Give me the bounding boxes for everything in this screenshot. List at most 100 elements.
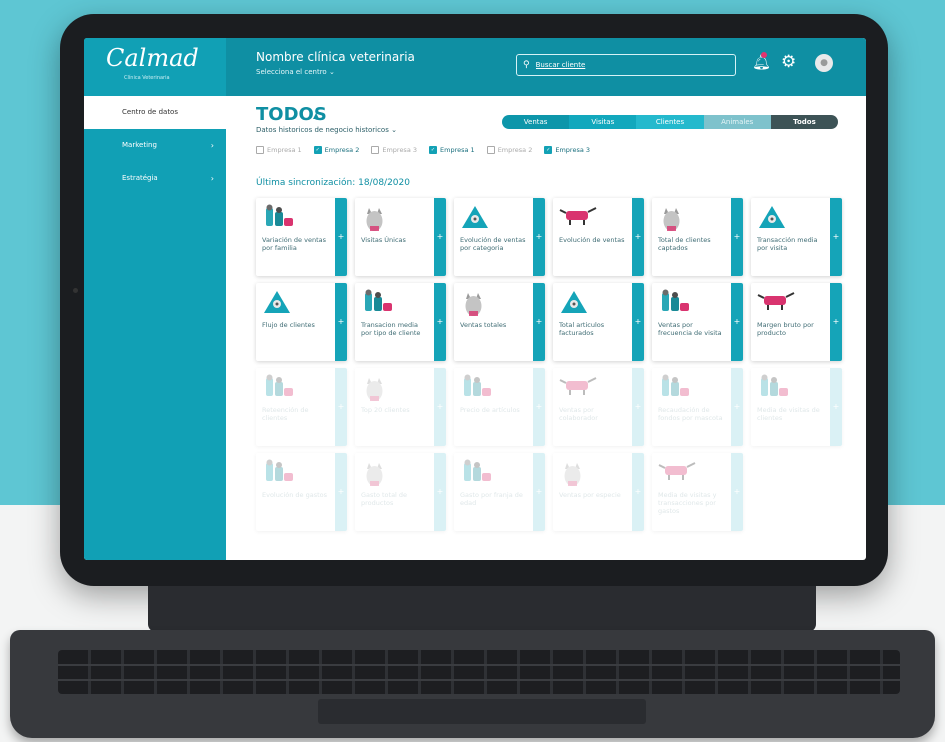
search-input[interactable] <box>533 60 718 70</box>
card-label: Recaudación de fondos por mascota <box>658 406 723 422</box>
dashboard-card[interactable]: Ventas por frecuencia de visita + <box>652 283 743 361</box>
dashboard-card[interactable]: Precio de artículos + <box>454 368 545 446</box>
card-label: Precio de artículos <box>460 406 520 414</box>
dashboard-card[interactable]: Gasto por franja de edad + <box>454 453 545 531</box>
company-label: Empresa 2 <box>497 146 533 154</box>
plus-icon[interactable]: + <box>830 198 842 276</box>
plus-icon[interactable]: + <box>335 453 347 531</box>
dashboard-card[interactable]: Reteención de clientes + <box>256 368 347 446</box>
dashboard-card[interactable]: Top 20 clientes + <box>355 368 446 446</box>
triangle-pet-icon <box>559 289 589 321</box>
category-tabs: Ventas Visitas Clientes Animales Todos <box>502 115 838 129</box>
plus-icon[interactable]: + <box>533 453 545 531</box>
dashboard-card[interactable]: Flujo de clientes + <box>256 283 347 361</box>
company-label: Empresa 1 <box>267 146 302 154</box>
dashboard-card[interactable]: Recaudación de fondos por mascota + <box>652 368 743 446</box>
plus-icon[interactable]: + <box>731 368 743 446</box>
plus-icon[interactable]: + <box>335 283 347 361</box>
avatar[interactable]: ● <box>815 54 833 72</box>
dashboard-card[interactable]: Gasto total de productos + <box>355 453 446 531</box>
plus-icon[interactable]: + <box>632 368 644 446</box>
checkbox-icon <box>371 146 380 154</box>
dashboard-card[interactable]: Total de clientes captados + <box>652 198 743 276</box>
plus-icon[interactable]: + <box>632 453 644 531</box>
dashboard-card[interactable]: Ventas por colaborador + <box>553 368 644 446</box>
company-checkbox[interactable]: Empresa 3 <box>371 146 417 154</box>
dashboard-card[interactable]: Transacion media por tipo de cliente + <box>355 283 446 361</box>
sidebar-item-marketing[interactable]: Marketing › <box>84 129 226 162</box>
app-logo[interactable]: Calmad <box>106 44 199 72</box>
plus-icon[interactable]: + <box>830 368 842 446</box>
card-label: Gasto total de productos <box>361 491 408 507</box>
people-pet-icon <box>460 374 494 406</box>
tab-visitas[interactable]: Visitas <box>569 115 637 129</box>
notification-badge <box>761 52 767 58</box>
plus-icon[interactable]: + <box>533 368 545 446</box>
tab-clientes[interactable]: Clientes <box>636 115 704 129</box>
search-box[interactable]: ⚲ <box>516 54 736 76</box>
center-select[interactable]: Selecciona el centro ⌄ <box>256 68 335 76</box>
dashboard-card[interactable]: Evolución de ventas + <box>553 198 644 276</box>
tab-ventas[interactable]: Ventas <box>502 115 570 129</box>
plus-icon[interactable]: + <box>731 453 743 531</box>
card-label: Top 20 clientes <box>361 406 410 414</box>
company-checkbox[interactable]: ✓ Empresa 3 <box>544 146 590 154</box>
plus-icon[interactable]: + <box>434 198 446 276</box>
dashboard-card[interactable]: Transacción media por visita + <box>751 198 842 276</box>
search-icon: ⚲ <box>523 60 530 70</box>
dashboard-card[interactable]: Margen bruto por producto + <box>751 283 842 361</box>
plus-icon[interactable]: + <box>434 453 446 531</box>
plus-icon[interactable]: + <box>830 283 842 361</box>
dog-icon <box>757 289 797 317</box>
company-label: Empresa 2 <box>324 146 360 154</box>
history-select[interactable]: Datos historicos de negocio historicos ⌄ <box>256 126 397 134</box>
plus-icon[interactable]: + <box>533 198 545 276</box>
last-sync-text: Última sincronización: 18/08/2020 <box>256 178 410 188</box>
dashboard-card[interactable]: Evolución de ventas por categoria + <box>454 198 545 276</box>
company-checkbox[interactable]: ✓ Empresa 2 <box>313 146 360 154</box>
plus-icon[interactable]: + <box>335 198 347 276</box>
dashboard-card[interactable]: Total articulos facturados + <box>553 283 644 361</box>
plus-icon[interactable]: + <box>434 283 446 361</box>
tablet-screen: Calmad Clínica Veterinaria Nombre clínic… <box>84 38 866 560</box>
plus-icon[interactable]: + <box>731 283 743 361</box>
plus-icon[interactable]: + <box>731 198 743 276</box>
card-label: Ventas por frecuencia de visita <box>658 321 722 337</box>
center-select-label: Selecciona el centro <box>256 68 327 76</box>
company-filters: Empresa 1 ✓ Empresa 2 Empresa 3 ✓ Empresa 1 Em… <box>256 146 590 154</box>
sidebar-item-estrategia[interactable]: Estratégia › <box>84 162 226 195</box>
sidebar-item-centro-de-datos[interactable]: Centro de datos <box>84 96 226 129</box>
plus-icon[interactable]: + <box>632 283 644 361</box>
dashboard-card[interactable]: Evolución de gastos + <box>256 453 347 531</box>
plus-icon[interactable]: + <box>434 368 446 446</box>
triangle-pet-icon <box>460 204 490 236</box>
people-pet-icon <box>757 374 791 406</box>
people-pet-icon <box>658 289 692 321</box>
dashboard-card[interactable]: Media de visitas de clientes + <box>751 368 842 446</box>
card-label: Transacción media por visita <box>757 236 818 252</box>
checkbox-icon: ✓ <box>313 146 322 154</box>
card-label: Ventas por especie <box>559 491 621 499</box>
dashboard-card[interactable]: Visitas Únicas + <box>355 198 446 276</box>
dashboard-card[interactable]: Variación de ventas por familia + <box>256 198 347 276</box>
plus-icon[interactable]: + <box>632 198 644 276</box>
checkbox-icon: ✓ <box>544 146 553 154</box>
sidebar-item-label: Centro de datos <box>122 108 178 116</box>
dashboard-card[interactable]: Media de visitas y transacciones por gas… <box>652 453 743 531</box>
dashboard-card[interactable]: Ventas totales + <box>454 283 545 361</box>
tab-animales[interactable]: Animales <box>703 115 771 129</box>
company-checkbox[interactable]: Empresa 2 <box>486 146 533 154</box>
key-row-gap <box>58 664 900 666</box>
cat-icon <box>658 204 686 238</box>
chevron-down-icon: ⌄ <box>328 68 335 76</box>
plus-icon[interactable]: + <box>335 368 347 446</box>
dashboard-card[interactable]: Ventas por especie + <box>553 453 644 531</box>
company-checkbox[interactable]: Empresa 1 <box>256 146 302 154</box>
people-pet-icon <box>361 289 395 321</box>
plus-icon[interactable]: + <box>533 283 545 361</box>
tab-todos[interactable]: Todos <box>770 115 838 129</box>
triangle-pet-icon <box>262 289 292 321</box>
gear-icon[interactable]: ⚙ <box>781 52 796 72</box>
company-checkbox[interactable]: ✓ Empresa 1 <box>429 146 475 154</box>
chevron-right-icon: › <box>210 141 214 150</box>
